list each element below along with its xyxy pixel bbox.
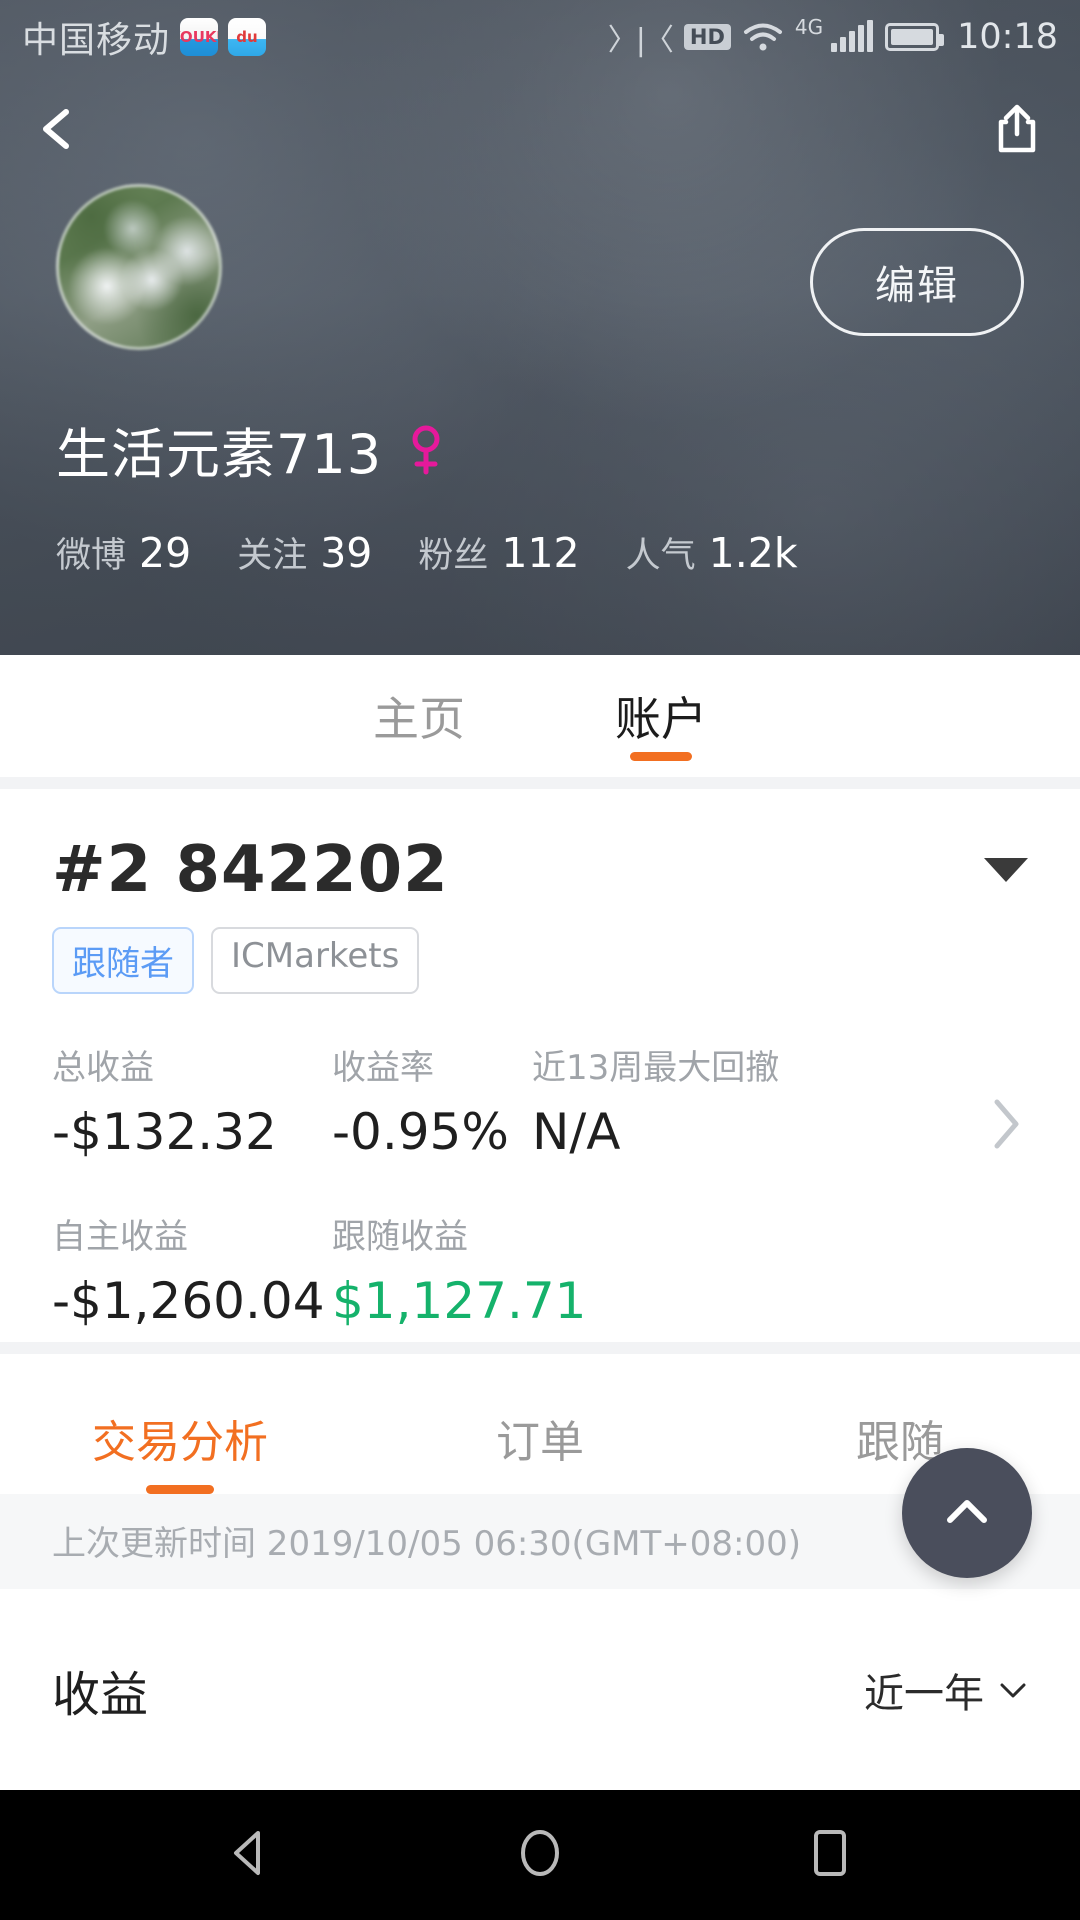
earnings-title: 收益 bbox=[52, 1667, 149, 1723]
metric-return-rate-label: 收益率 bbox=[332, 1048, 434, 1088]
baidu-icon: du bbox=[228, 18, 267, 56]
account-header[interactable]: #2 842202 bbox=[52, 833, 1028, 907]
metric-self-profit-label: 自主收益 bbox=[52, 1217, 188, 1257]
profile-stats: 微博 29 关注 39 粉丝 112 人气 1.2k bbox=[56, 527, 1024, 578]
profile-block: 编辑 生活元素713 微博 29 关注 39 粉丝 112 人气 1.2k bbox=[0, 184, 1080, 578]
metric-copy-profit-label: 跟随收益 bbox=[332, 1217, 468, 1257]
stat-following[interactable]: 关注 39 bbox=[237, 527, 372, 578]
metrics-row-1: 总收益 -$132.32 收益率 -0.95% 近13周最大回撤 N/A bbox=[52, 1040, 1028, 1161]
updated-strip: 上次更新时间 2019/10/05 06:30(GMT+08:00) bbox=[0, 1448, 1080, 1589]
stat-followers-label: 粉丝 bbox=[418, 536, 489, 576]
account-number: #2 842202 bbox=[52, 833, 449, 907]
clock-label: 10:18 bbox=[957, 17, 1058, 57]
back-chevron-icon[interactable] bbox=[34, 106, 80, 152]
earnings-range-selector[interactable]: 近一年 bbox=[864, 1661, 1028, 1719]
tab-account-label: 账户 bbox=[615, 692, 707, 746]
youku-icon: YOUKU bbox=[180, 18, 219, 56]
stat-following-label: 关注 bbox=[237, 536, 308, 576]
section-divider bbox=[0, 777, 1080, 789]
tab-home[interactable]: 主页 bbox=[373, 655, 465, 777]
chevron-down-icon bbox=[1000, 1683, 1026, 1698]
earnings-section-header: 收益 近一年 bbox=[0, 1589, 1080, 1729]
subtab-copy[interactable]: 跟随 bbox=[720, 1406, 1080, 1494]
status-icons: 〉|〈 HD 4G 10:18 bbox=[608, 15, 1058, 59]
subtab-orders[interactable]: 订单 bbox=[360, 1406, 720, 1494]
vibrate-icon: 〉|〈 bbox=[607, 23, 674, 58]
battery-icon bbox=[885, 23, 945, 51]
stat-popularity-label: 人气 bbox=[625, 536, 696, 576]
female-gender-icon bbox=[408, 424, 444, 476]
metric-max-drawdown-label: 近13周最大回撤 bbox=[532, 1048, 780, 1088]
metric-return-rate-value: -0.95% bbox=[332, 1103, 509, 1161]
stat-weibo-value: 29 bbox=[139, 529, 192, 577]
metric-max-drawdown: 近13周最大回撤 N/A bbox=[532, 1040, 779, 1161]
wifi-icon bbox=[743, 22, 783, 52]
metrics-row-2: 自主收益 -$1,260.04 跟随收益 $1,127.71 bbox=[52, 1209, 1028, 1330]
account-badges: 跟随者 ICMarkets bbox=[52, 927, 1028, 994]
share-icon[interactable] bbox=[988, 100, 1046, 158]
metric-copy-profit: 跟随收益 $1,127.71 bbox=[332, 1209, 587, 1330]
badge-follower: 跟随者 bbox=[52, 927, 194, 994]
stat-popularity[interactable]: 人气 1.2k bbox=[626, 527, 798, 578]
section-divider-2 bbox=[0, 1342, 1080, 1354]
username-row: 生活元素713 bbox=[56, 410, 1024, 489]
status-bar: 中国移动 YOUKU du 〉|〈 HD 4G 10:18 bbox=[0, 0, 1080, 74]
stat-followers[interactable]: 粉丝 112 bbox=[418, 527, 579, 578]
android-navigation-bar bbox=[0, 1790, 1080, 1920]
subtab-trade-analysis[interactable]: 交易分析 bbox=[0, 1406, 360, 1494]
top-navigation-bar bbox=[0, 74, 1080, 184]
scroll-to-top-icon[interactable] bbox=[902, 1448, 1032, 1578]
metric-return-rate: 收益率 -0.95% bbox=[332, 1040, 532, 1161]
tab-account[interactable]: 账户 bbox=[615, 655, 707, 777]
chevron-right-icon[interactable] bbox=[990, 1096, 1024, 1152]
android-recents-icon[interactable] bbox=[800, 1823, 860, 1887]
metric-self-profit: 自主收益 -$1,260.04 bbox=[52, 1209, 332, 1330]
android-back-icon[interactable] bbox=[220, 1823, 280, 1887]
username: 生活元素713 bbox=[56, 423, 383, 486]
account-card: #2 842202 跟随者 ICMarkets 总收益 -$132.32 收益率… bbox=[0, 789, 1080, 1342]
stat-weibo-label: 微博 bbox=[56, 536, 127, 576]
baidu-icon-label: du bbox=[236, 28, 258, 46]
stat-popularity-value: 1.2k bbox=[708, 529, 798, 577]
profile-cover: 中国移动 YOUKU du 〉|〈 HD 4G 10:18 bbox=[0, 0, 1080, 655]
youku-icon-label: YOUKU bbox=[180, 28, 218, 46]
metric-total-profit: 总收益 -$132.32 bbox=[52, 1040, 332, 1161]
android-home-icon[interactable] bbox=[510, 1823, 570, 1887]
avatar[interactable] bbox=[56, 184, 222, 350]
chevron-down-icon[interactable] bbox=[984, 858, 1028, 882]
network-type-label: 4G bbox=[794, 15, 824, 39]
stat-followers-value: 112 bbox=[501, 529, 580, 577]
edit-button[interactable]: 编辑 bbox=[810, 228, 1024, 336]
subtab-trade-analysis-label: 交易分析 bbox=[92, 1417, 268, 1468]
metric-max-drawdown-value: N/A bbox=[532, 1103, 621, 1161]
tab-home-label: 主页 bbox=[373, 692, 465, 746]
account-metrics[interactable]: 总收益 -$132.32 收益率 -0.95% 近13周最大回撤 N/A 自主收… bbox=[52, 1040, 1028, 1342]
signal-bars-icon bbox=[831, 20, 874, 52]
metric-self-profit-value: -$1,260.04 bbox=[52, 1272, 325, 1330]
subtab-orders-label: 订单 bbox=[496, 1417, 584, 1468]
badge-broker: ICMarkets bbox=[211, 927, 420, 994]
hd-icon: HD bbox=[683, 23, 731, 51]
metric-copy-profit-value: $1,127.71 bbox=[332, 1272, 587, 1330]
stat-weibo[interactable]: 微博 29 bbox=[56, 527, 191, 578]
metric-total-profit-label: 总收益 bbox=[52, 1048, 154, 1088]
metric-total-profit-value: -$132.32 bbox=[52, 1103, 277, 1161]
main-tab-bar: 主页 账户 bbox=[0, 655, 1080, 777]
carrier-label: 中国移动 bbox=[22, 20, 171, 61]
stat-following-value: 39 bbox=[320, 529, 373, 577]
earnings-range-label: 近一年 bbox=[864, 1671, 984, 1717]
